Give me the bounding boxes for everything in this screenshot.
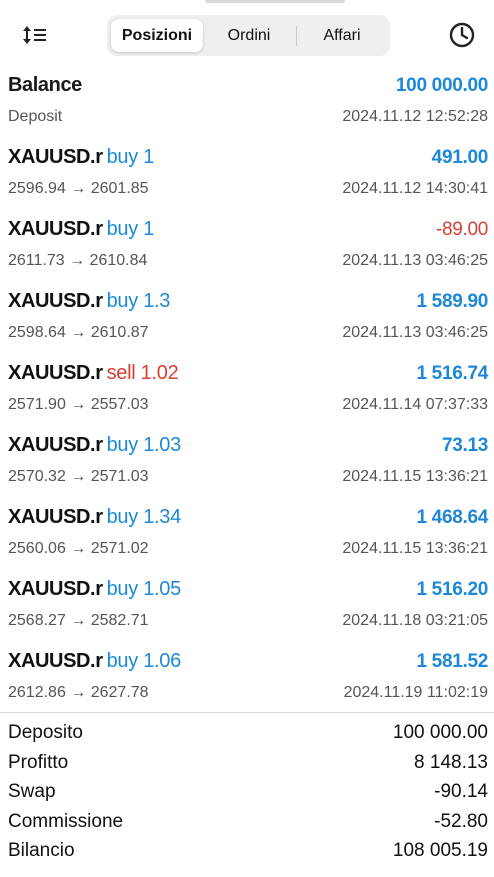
deal-symbol: XAUUSD.r bbox=[8, 506, 103, 528]
deal-row[interactable]: XAUUSD.r buy 1.34 2560.06 → 2571.02 1 468… bbox=[0, 502, 494, 574]
deal-profit: 1 589.90 bbox=[416, 291, 488, 312]
deal-time: 2024.11.13 03:46:25 bbox=[342, 252, 488, 269]
summary-row-bilancio: Bilancio 108 005.19 bbox=[0, 836, 494, 866]
deal-prices: 2570.32 → 2571.03 bbox=[8, 468, 149, 485]
deal-title: XAUUSD.r buy 1 bbox=[8, 218, 154, 241]
deal-title: XAUUSD.r buy 1 bbox=[8, 146, 154, 169]
deal-profit: -89.00 bbox=[435, 219, 488, 240]
deal-direction: buy 1.03 bbox=[106, 434, 182, 456]
deal-prices: 2598.64 → 2610.87 bbox=[8, 324, 149, 341]
summary-row-deposito: Deposito 100 000.00 bbox=[0, 718, 494, 748]
deal-title: XAUUSD.r buy 1.06 bbox=[8, 650, 181, 673]
deal-prices: 2571.90 → 2557.03 bbox=[8, 396, 149, 413]
summary-row-swap: Swap -90.14 bbox=[0, 777, 494, 807]
deal-symbol: XAUUSD.r bbox=[8, 362, 103, 384]
deal-direction: buy 1.3 bbox=[106, 290, 171, 312]
balance-amount: 100 000.00 bbox=[395, 75, 488, 96]
balance-time: 2024.11.12 12:52:28 bbox=[342, 108, 488, 125]
deal-symbol: XAUUSD.r bbox=[8, 146, 103, 168]
deal-time: 2024.11.15 13:36:21 bbox=[342, 540, 488, 557]
deal-prices: 2560.06 → 2571.02 bbox=[8, 540, 149, 557]
deal-profit: 1 516.74 bbox=[416, 363, 488, 384]
deal-profit: 1 516.20 bbox=[416, 579, 488, 600]
deal-prices: 2596.94 → 2601.85 bbox=[8, 180, 149, 197]
deal-title: XAUUSD.r buy 1.03 bbox=[8, 434, 181, 457]
summary-value: -52.80 bbox=[434, 810, 488, 832]
deal-time: 2024.11.14 07:37:33 bbox=[342, 396, 488, 413]
deal-profit: 1 581.52 bbox=[416, 651, 488, 672]
summary-panel: Deposito 100 000.00 Profitto 8 148.13 Sw… bbox=[0, 718, 494, 866]
summary-row-profitto: Profitto 8 148.13 bbox=[0, 748, 494, 778]
deal-title: XAUUSD.r buy 1.34 bbox=[8, 506, 181, 529]
summary-label: Swap bbox=[8, 781, 56, 802]
top-bar: Posizioni Ordini Affari bbox=[0, 0, 494, 70]
deal-row[interactable]: XAUUSD.r buy 1.03 2570.32 → 2571.03 73.13… bbox=[0, 430, 494, 502]
tab-affari[interactable]: Affari bbox=[298, 19, 386, 52]
deal-prices: 2612.86 → 2627.78 bbox=[8, 684, 149, 701]
deal-time: 2024.11.13 03:46:25 bbox=[342, 324, 488, 341]
tab-ordini[interactable]: Ordini bbox=[205, 19, 293, 52]
deal-direction: buy 1.34 bbox=[106, 506, 182, 528]
deal-title: XAUUSD.r buy 1.3 bbox=[8, 290, 170, 313]
tab-divider bbox=[296, 26, 297, 46]
deal-title: XAUUSD.r sell 1.02 bbox=[8, 362, 179, 385]
deal-time: 2024.11.12 14:30:41 bbox=[342, 180, 488, 197]
summary-label: Commissione bbox=[8, 810, 124, 832]
deal-row[interactable]: XAUUSD.r buy 1.06 2612.86 → 2627.78 1 581… bbox=[0, 646, 494, 718]
summary-row-commissione: Commissione -52.80 bbox=[0, 807, 494, 837]
deal-profit: 1 468.64 bbox=[416, 507, 488, 528]
balance-row[interactable]: Balance Deposit 100 000.00 2024.11.12 12… bbox=[0, 70, 494, 142]
balance-title: Balance bbox=[8, 74, 82, 96]
deal-row[interactable]: XAUUSD.r buy 1.3 2598.64 → 2610.87 1 589.… bbox=[0, 286, 494, 358]
balance-type: Deposit bbox=[8, 108, 63, 125]
deal-direction: buy 1.06 bbox=[106, 650, 182, 672]
summary-value: -90.14 bbox=[434, 781, 488, 802]
summary-label: Deposito bbox=[8, 722, 83, 743]
status-bar-handle bbox=[205, 0, 345, 3]
deal-row[interactable]: XAUUSD.r buy 1 2596.94 → 2601.85 491.00 2… bbox=[0, 142, 494, 214]
summary-value: 108 005.19 bbox=[392, 840, 488, 861]
tab-posizioni[interactable]: Posizioni bbox=[111, 19, 203, 52]
deal-time: 2024.11.18 03:21:05 bbox=[342, 612, 488, 629]
summary-value: 8 148.13 bbox=[414, 751, 488, 773]
deal-profit: 73.13 bbox=[441, 435, 488, 456]
deal-direction: buy 1.05 bbox=[106, 578, 182, 600]
deal-direction: buy 1 bbox=[106, 146, 155, 168]
deal-profit: 491.00 bbox=[431, 147, 489, 168]
deal-row[interactable]: XAUUSD.r sell 1.02 2571.90 → 2557.03 1 51… bbox=[0, 358, 494, 430]
tab-selector: Posizioni Ordini Affari bbox=[107, 15, 390, 56]
clock-icon[interactable] bbox=[448, 21, 476, 49]
sort-icon[interactable] bbox=[22, 24, 48, 46]
summary-divider bbox=[0, 712, 494, 713]
deal-prices: 2611.73 → 2610.84 bbox=[8, 252, 148, 269]
history-list: Balance Deposit 100 000.00 2024.11.12 12… bbox=[0, 70, 494, 718]
deal-row[interactable]: XAUUSD.r buy 1 2611.73 → 2610.84 -89.00 2… bbox=[0, 214, 494, 286]
deal-prices: 2568.27 → 2582.71 bbox=[8, 612, 149, 629]
summary-label: Bilancio bbox=[8, 840, 75, 861]
summary-value: 100 000.00 bbox=[392, 722, 488, 743]
deal-symbol: XAUUSD.r bbox=[8, 578, 103, 600]
deal-time: 2024.11.19 11:02:19 bbox=[343, 684, 488, 701]
deal-symbol: XAUUSD.r bbox=[8, 290, 103, 312]
deal-symbol: XAUUSD.r bbox=[8, 650, 103, 672]
deal-title: XAUUSD.r buy 1.05 bbox=[8, 578, 181, 601]
deal-symbol: XAUUSD.r bbox=[8, 218, 103, 240]
summary-label: Profitto bbox=[8, 751, 69, 773]
deal-time: 2024.11.15 13:36:21 bbox=[342, 468, 488, 485]
deal-direction: buy 1 bbox=[106, 218, 155, 240]
deal-row[interactable]: XAUUSD.r buy 1.05 2568.27 → 2582.71 1 516… bbox=[0, 574, 494, 646]
deal-symbol: XAUUSD.r bbox=[8, 434, 103, 456]
deal-direction: sell 1.02 bbox=[106, 362, 179, 384]
